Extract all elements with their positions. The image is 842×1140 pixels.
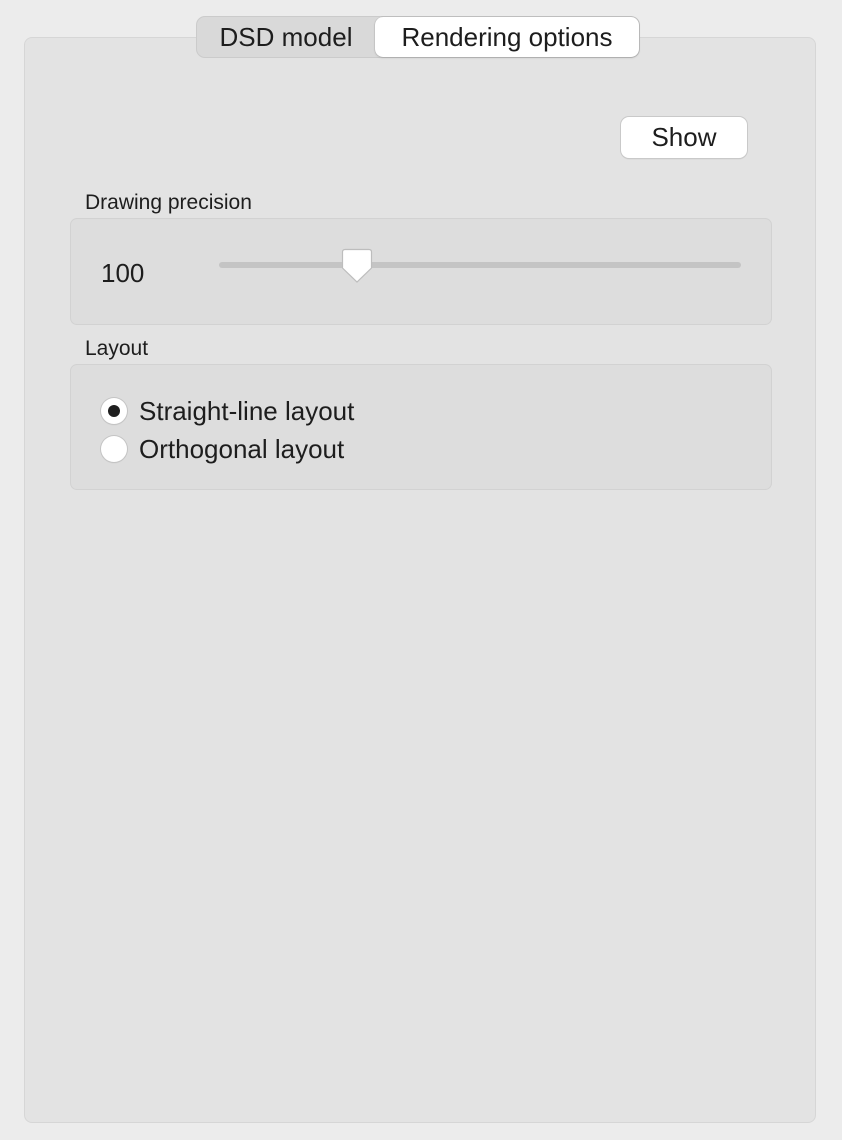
straight-line-layout-radio[interactable]: Straight-line layout [101,395,354,427]
radio-button-checked[interactable] [101,398,127,424]
drawing-precision-label: Drawing precision [85,191,252,214]
orthogonal-layout-label: Orthogonal layout [139,434,345,464]
precision-slider-track[interactable] [219,262,741,268]
show-button[interactable]: Show [621,117,747,158]
layout-label: Layout [85,337,149,360]
drawing-precision-group: 100 [70,218,772,325]
tab-bar: DSD model Rendering options [196,16,640,58]
radio-button-unchecked[interactable] [101,436,127,462]
tab-dsd-model[interactable]: DSD model [197,17,375,57]
precision-slider-thumb[interactable] [341,248,373,284]
tab-rendering-options[interactable]: Rendering options [375,17,639,57]
orthogonal-layout-radio[interactable]: Orthogonal layout [101,433,344,465]
precision-value: 100 [101,258,145,288]
straight-line-layout-label: Straight-line layout [139,396,355,426]
layout-group: Straight-line layout Orthogonal layout [70,364,772,490]
